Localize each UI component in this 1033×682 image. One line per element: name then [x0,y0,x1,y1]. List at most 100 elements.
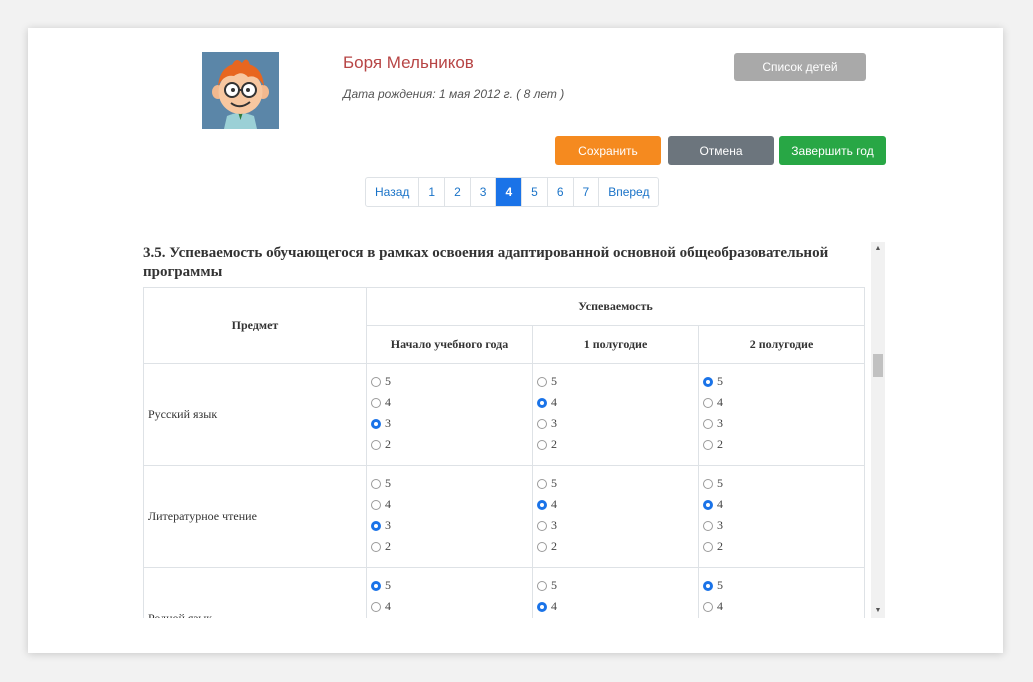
grade-label: 5 [385,374,391,388]
grade-option[interactable]: 4 [537,596,698,617]
grade-option[interactable]: 5 [371,371,532,392]
grade-group: 5432 [698,363,865,466]
radio-button[interactable] [371,376,381,387]
grade-option[interactable]: 5 [703,575,864,596]
radio-button[interactable] [371,397,381,408]
radio-button[interactable] [703,397,713,408]
grade-option[interactable]: 4 [537,494,698,515]
radio-button[interactable] [703,580,713,591]
grade-option[interactable]: 5 [537,371,698,392]
child-name: Боря Мельников [343,53,474,72]
grade-group: 5432 [532,567,699,618]
grade-group: 5 4 32 [532,465,699,568]
page-link[interactable]: 2 [445,178,471,206]
page-link[interactable]: 7 [574,178,600,206]
table-row: Родной язык543254325432 [143,567,865,618]
grade-option[interactable]: 5 [703,473,864,494]
progress-header: Успеваемость [366,287,865,326]
radio-button[interactable] [371,499,381,510]
triangle-up-icon[interactable]: ▲ [871,242,885,256]
radio-button[interactable] [703,418,713,429]
grade-label: 5 [385,476,391,490]
grade-option[interactable]: 4 [703,596,864,617]
finish-year-button[interactable]: Завершить год [779,136,886,165]
grade-option[interactable]: 3 [703,413,864,434]
scroll-thumb[interactable] [873,354,883,377]
radio-button[interactable] [537,439,547,450]
grade-label: 4 [551,395,557,409]
vertical-scrollbar[interactable]: ▲ ▼ [871,242,885,618]
radio-button[interactable] [371,520,381,531]
radio-button[interactable] [537,541,547,552]
radio-button[interactable] [371,580,381,591]
radio-button[interactable] [537,418,547,429]
grade-label: 4 [385,395,391,409]
radio-button[interactable] [537,499,547,510]
grade-option[interactable]: 2 [703,434,864,455]
cancel-button[interactable]: Отмена [668,136,774,165]
page-link[interactable]: 1 [419,178,446,206]
grade-option[interactable]: 3 [537,515,698,536]
grade-option[interactable]: 2 [371,434,532,455]
grade-option[interactable]: 5 [537,575,698,596]
radio-button[interactable] [371,478,381,489]
subject-name: Русский язык [143,363,367,466]
radio-button[interactable] [537,478,547,489]
grade-option[interactable]: 4 [371,596,532,617]
grade-group: 5432 [366,567,533,618]
page-link[interactable]: Назад [366,178,420,206]
grade-option[interactable]: 4 [703,494,864,515]
grade-option[interactable]: 4 [371,494,532,515]
radio-button[interactable] [371,439,381,450]
page-link[interactable]: 6 [548,178,574,206]
grade-option[interactable]: 3 [703,515,864,536]
radio-button[interactable] [537,397,547,408]
radio-button[interactable] [371,601,381,612]
grade-label: 4 [717,599,723,613]
grade-option[interactable]: 2 [537,434,698,455]
subject-name: Родной язык [143,567,367,618]
save-button[interactable]: Сохранить [555,136,661,165]
radio-button[interactable] [703,541,713,552]
grade-option[interactable]: 3 [371,515,532,536]
grade-option[interactable]: 2 [703,536,864,557]
radio-button[interactable] [703,478,713,489]
radio-button[interactable] [703,439,713,450]
page-link[interactable]: Вперед [599,178,658,206]
radio-button[interactable] [703,499,713,510]
radio-button[interactable] [537,520,547,531]
radio-button[interactable] [703,376,713,387]
grade-option[interactable]: 3 [703,617,864,618]
grade-group: 5 4 32 [532,363,699,466]
grade-option[interactable]: 3 [371,617,532,618]
cartoon-boy-avatar-icon [202,52,279,129]
grade-option[interactable]: 2 [371,536,532,557]
radio-button[interactable] [703,520,713,531]
radio-button[interactable] [537,376,547,387]
grade-option[interactable]: 3 [371,413,532,434]
radio-button[interactable] [537,580,547,591]
grade-option[interactable]: 4 [537,392,698,413]
grade-option[interactable]: 5 [703,371,864,392]
radio-button[interactable] [371,541,381,552]
children-list-button[interactable]: Список детей [734,53,866,81]
page-link[interactable]: 4 [496,178,523,206]
grade-label: 5 [385,578,391,592]
grade-label: 4 [551,497,557,511]
radio-button[interactable] [371,418,381,429]
grade-option[interactable]: 4 [703,392,864,413]
grade-label: 4 [385,599,391,613]
grade-option[interactable]: 2 [537,536,698,557]
page-link[interactable]: 5 [522,178,548,206]
grade-option[interactable]: 3 [537,413,698,434]
page-link[interactable]: 3 [471,178,497,206]
grade-option[interactable]: 5 [371,473,532,494]
triangle-down-icon[interactable]: ▼ [871,604,885,618]
grade-option[interactable]: 5 [537,473,698,494]
form-content: 3.5. Успеваемость обучающегося в рамках … [143,242,885,618]
radio-button[interactable] [703,601,713,612]
grade-option[interactable]: 4 [371,392,532,413]
grade-option[interactable]: 5 [371,575,532,596]
grade-option[interactable]: 3 [537,617,698,618]
radio-button[interactable] [537,601,547,612]
